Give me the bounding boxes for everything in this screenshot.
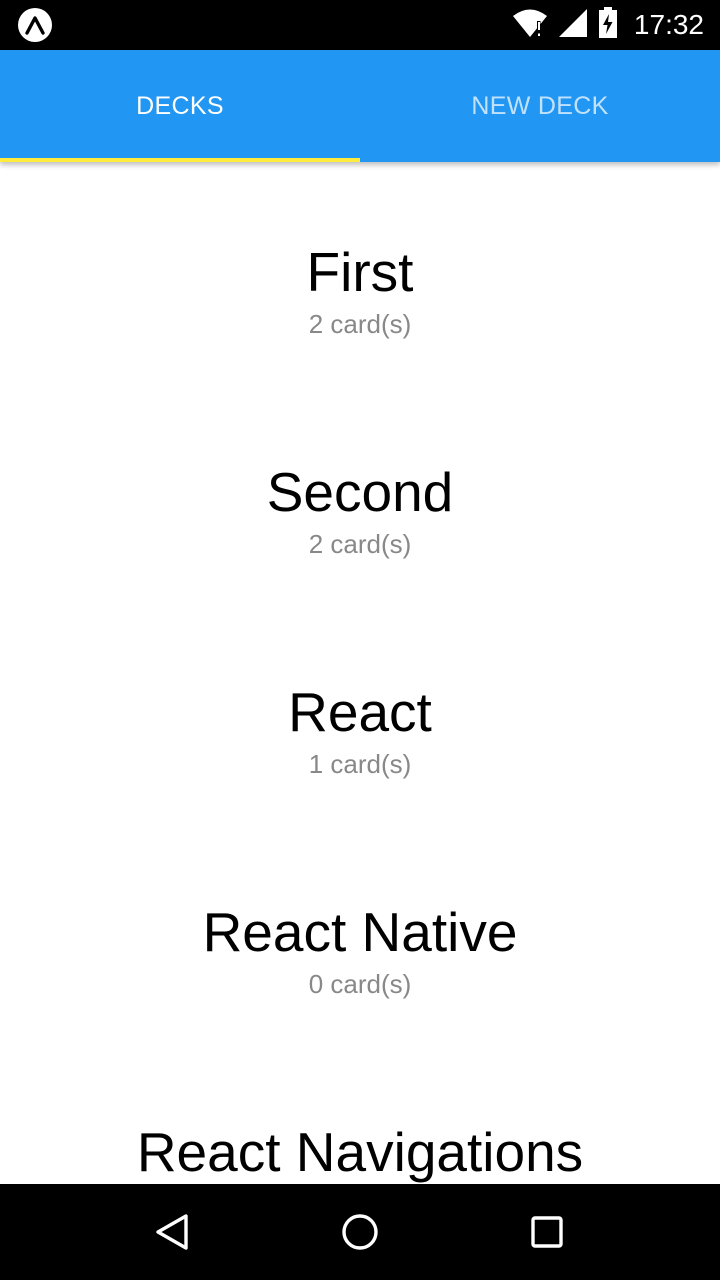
status-icons: 17:32: [512, 0, 704, 50]
deck-item-first[interactable]: First 2 card(s): [0, 162, 720, 382]
wifi-icon: [512, 8, 548, 42]
deck-title: React Navigations: [136, 1121, 584, 1183]
deck-title: React Native: [202, 901, 518, 963]
expo-icon: [18, 8, 52, 42]
deck-item-second[interactable]: Second 2 card(s): [0, 382, 720, 602]
tab-decks-label: DECKS: [136, 91, 224, 120]
deck-title: Second: [266, 461, 454, 523]
deck-card-count: 0 card(s): [308, 969, 412, 999]
home-icon: [342, 1214, 378, 1250]
tab-new-deck-label: NEW DECK: [471, 91, 609, 120]
recents-icon: [530, 1216, 563, 1248]
deck-card-count: 2 card(s): [308, 309, 412, 339]
deck-item-react[interactable]: React 1 card(s): [0, 602, 720, 822]
tab-decks[interactable]: DECKS: [0, 50, 360, 162]
deck-title: React: [288, 681, 432, 743]
deck-title: First: [306, 241, 414, 303]
back-button[interactable]: [133, 1192, 213, 1272]
status-time: 17:32: [633, 9, 704, 40]
battery-charging-icon: [598, 7, 618, 43]
tab-new-deck[interactable]: NEW DECK: [360, 50, 720, 162]
deck-item-react-navigations[interactable]: React Navigations: [0, 1042, 720, 1184]
deck-list[interactable]: First 2 card(s) Second 2 card(s) React 1…: [0, 162, 720, 1184]
tab-bar: DECKS NEW DECK: [0, 50, 720, 162]
status-bar: 17:32: [0, 0, 720, 50]
signal-icon: [558, 8, 588, 42]
deck-card-count: 2 card(s): [308, 529, 412, 559]
app-screen: 17:32 DECKS NEW DECK First 2 card(s) Sec…: [0, 0, 720, 1280]
home-button[interactable]: [320, 1192, 400, 1272]
back-icon: [156, 1214, 189, 1250]
system-nav-bar: [0, 1184, 720, 1280]
deck-item-react-native[interactable]: React Native 0 card(s): [0, 822, 720, 1042]
recents-button[interactable]: [507, 1192, 587, 1272]
deck-card-count: 1 card(s): [308, 749, 412, 779]
tab-indicator: [0, 158, 360, 162]
